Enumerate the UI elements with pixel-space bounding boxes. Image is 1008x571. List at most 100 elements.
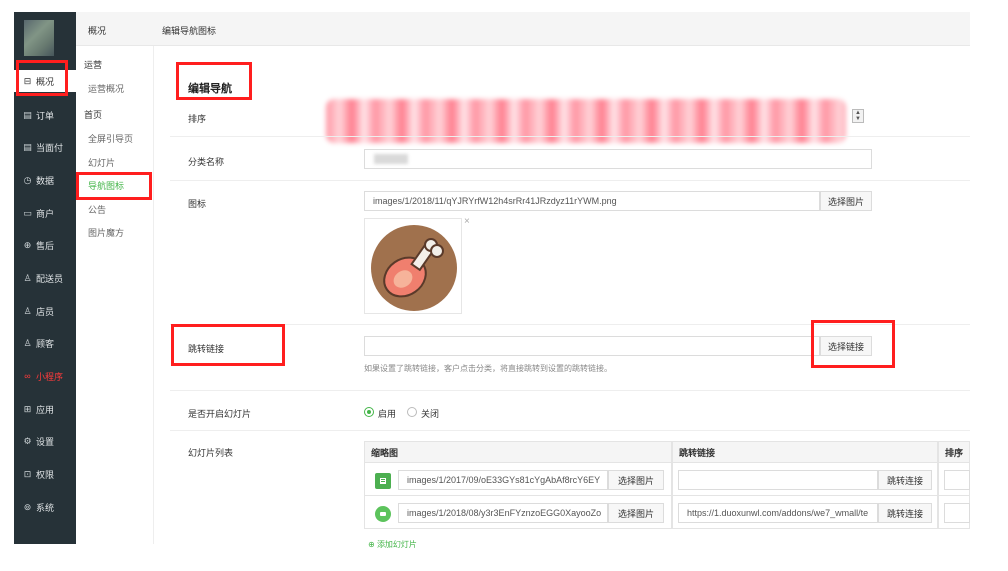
add-slide-link[interactable]: ⊕ 添加幻灯片 — [368, 539, 417, 550]
slide-choose-image-button[interactable]: 选择图片 — [608, 503, 664, 523]
sidebar-item-data[interactable]: ◷ 数据 — [14, 169, 76, 191]
courier-icon: ♙ — [23, 272, 32, 283]
sidebar-item-settings[interactable]: ⚙ 设置 — [14, 430, 76, 452]
order-icon: ▤ — [23, 109, 32, 120]
sidebar-item-face-pay[interactable]: ▤ 当面付 — [14, 136, 76, 158]
subnav-group-operations: 运营 — [84, 60, 103, 70]
mini-program-icon: ∞ — [24, 371, 31, 381]
slide-enable-label: 是否开启幻灯片 — [188, 409, 252, 419]
sidebar-item-label: 概况 — [36, 76, 55, 87]
sidebar-item-label: 权限 — [36, 469, 55, 480]
sort-label: 排序 — [188, 114, 207, 124]
apps-icon: ⊞ — [23, 403, 32, 414]
slide-link-input[interactable] — [678, 470, 878, 490]
subnav-link-nav-icons[interactable]: 导航图标 — [88, 179, 124, 192]
icon-preview — [364, 218, 462, 314]
section-title: 编辑导航 — [188, 83, 232, 95]
slide-sort-input[interactable] — [944, 470, 970, 490]
sidebar-item-after-sale[interactable]: ⊕ 售后 — [14, 234, 76, 256]
subnav-link-notice[interactable]: 公告 — [88, 203, 106, 216]
slide-thumbnail-icon — [375, 473, 391, 489]
slide-list-label: 幻灯片列表 — [188, 448, 234, 458]
chevron-down-icon: ▼ — [855, 116, 861, 122]
enable-radio[interactable] — [364, 407, 374, 417]
customer-icon: ♙ — [23, 337, 32, 348]
jump-link-hint: 如果设置了跳转链接，客户点击分类，将直接跳转到设置的跳转链接。 — [364, 364, 612, 373]
edit-nav-form: 编辑导航 排序 ▲ ▼ 分类名称 图标 images/1/2018/11/qYJ… — [170, 56, 970, 544]
table-header-link: 跳转链接 — [672, 441, 938, 463]
divider — [170, 136, 970, 137]
sidebar-item-permissions[interactable]: ⊡ 权限 — [14, 463, 76, 485]
sidebar-item-orders[interactable]: ▤ 订单 — [14, 104, 76, 126]
subnav-link-image-cube[interactable]: 图片魔方 — [88, 226, 124, 239]
subnav-header: 概况 — [76, 12, 154, 46]
sidebar-item-label: 订单 — [36, 110, 55, 121]
sidebar-item-system[interactable]: ⊚ 系统 — [14, 496, 76, 518]
subnav-link-operations-overview[interactable]: 运营概况 — [88, 82, 124, 95]
slide-choose-image-button[interactable]: 选择图片 — [608, 470, 664, 490]
sidebar-item-apps[interactable]: ⊞ 应用 — [14, 398, 76, 420]
drumstick-icon — [383, 238, 444, 298]
after-sale-icon: ⊕ — [23, 239, 32, 250]
choose-image-button[interactable]: 选择图片 — [820, 191, 872, 211]
sidebar-item-label: 应用 — [36, 404, 55, 415]
subnav-group-home: 首页 — [84, 110, 103, 120]
merchant-icon: ▭ — [23, 207, 32, 218]
slide-image-input[interactable]: images/1/2018/08/y3r3EnFYznzoEGG0XayooZo — [398, 503, 608, 523]
choose-link-button[interactable]: 选择链接 — [820, 336, 872, 356]
sidebar-item-label: 设置 — [36, 436, 55, 447]
sidebar-item-overview[interactable]: ⊟ 概况 — [14, 70, 76, 92]
sidebar-item-label: 配送员 — [36, 273, 64, 284]
plus-icon: ⊕ — [368, 540, 377, 549]
slide-link-input[interactable]: https://1.duoxunwl.com/addons/we7_wmall/… — [678, 503, 878, 523]
subnav-link-slides[interactable]: 幻灯片 — [88, 156, 115, 169]
divider — [170, 390, 970, 391]
sub-navigation: 概况 运营 运营概况 首页 全屏引导页 幻灯片 导航图标 公告 图片魔方 — [76, 12, 154, 544]
table-header-sort: 排序 — [938, 441, 970, 463]
sidebar-item-customer[interactable]: ♙ 顾客 — [14, 332, 76, 354]
jump-link-input[interactable] — [364, 336, 820, 356]
sort-stepper[interactable]: ▲ ▼ — [852, 109, 864, 123]
slide-thumbnail-icon — [375, 506, 391, 522]
avatar[interactable] — [24, 20, 54, 56]
sidebar-item-label: 数据 — [36, 175, 55, 186]
disable-radio[interactable] — [407, 407, 417, 417]
settings-icon: ⚙ — [23, 435, 32, 446]
sidebar-item-clerk[interactable]: ♙ 店员 — [14, 300, 76, 322]
slide-jump-link-button[interactable]: 跳转连接 — [878, 503, 932, 523]
icon-path-input[interactable]: images/1/2018/11/qYJRYrfW12h4srRr41JRzdy… — [364, 191, 820, 211]
divider — [170, 324, 970, 325]
redacted-value — [374, 154, 408, 164]
divider — [170, 430, 970, 431]
category-name-input[interactable] — [364, 149, 872, 169]
table-header-thumbnail: 缩略图 — [364, 441, 672, 463]
subnav-link-splash[interactable]: 全屏引导页 — [88, 132, 133, 145]
sidebar-item-label: 顾客 — [36, 338, 55, 349]
enable-radio-label: 启用 — [378, 409, 397, 419]
divider — [170, 180, 970, 181]
slide-image-input[interactable]: images/1/2017/09/oE33GYs81cYgAbAf8rcY6EY — [398, 470, 608, 490]
sidebar-item-label: 商户 — [36, 208, 55, 219]
category-name-label: 分类名称 — [188, 157, 225, 167]
jump-link-label: 跳转链接 — [188, 344, 225, 354]
sidebar-item-label: 小程序 — [36, 371, 64, 382]
breadcrumb: 编辑导航图标 — [162, 26, 217, 36]
slide-jump-link-button[interactable]: 跳转连接 — [878, 470, 932, 490]
slide-sort-input[interactable] — [944, 503, 970, 523]
system-icon: ⊚ — [23, 501, 32, 512]
lock-icon: ⊡ — [23, 468, 32, 479]
sidebar-item-mini-program[interactable]: ∞ 小程序 — [14, 365, 76, 387]
sidebar-item-label: 当面付 — [36, 142, 64, 153]
remove-image-icon[interactable]: × — [464, 216, 470, 227]
add-slide-label: 添加幻灯片 — [376, 540, 417, 549]
sidebar-item-label: 店员 — [36, 306, 55, 317]
sidebar-item-label: 售后 — [36, 240, 55, 251]
icon-label: 图标 — [188, 199, 207, 209]
sidebar-item-label: 系统 — [36, 502, 55, 513]
subnav-title: 概况 — [88, 26, 107, 36]
sidebar-item-courier[interactable]: ♙ 配送员 — [14, 267, 76, 289]
data-icon: ◷ — [23, 174, 32, 185]
disable-radio-label: 关闭 — [421, 409, 440, 419]
sidebar-item-merchant[interactable]: ▭ 商户 — [14, 202, 76, 224]
main-sidebar: ⊟ 概况 ▤ 订单 ▤ 当面付 ◷ 数据 ▭ 商户 ⊕ 售后 ♙ 配送员 ♙ 店… — [14, 12, 76, 544]
